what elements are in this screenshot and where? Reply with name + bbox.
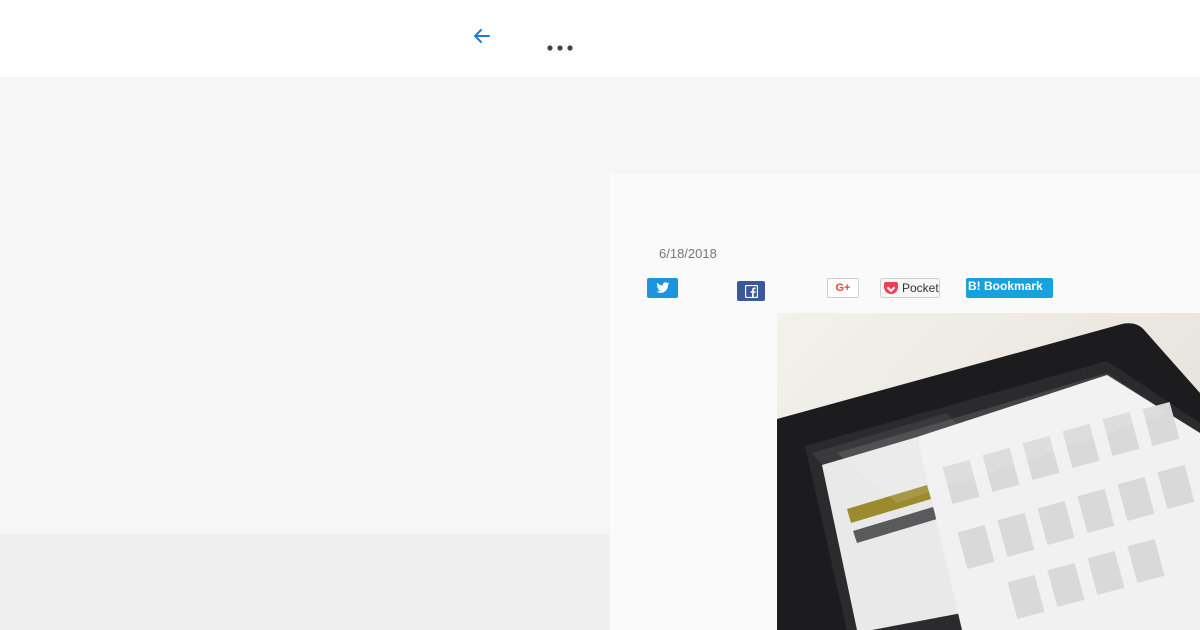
- pocket-share-button[interactable]: Pocket: [880, 278, 940, 298]
- arrow-left-icon: [474, 29, 490, 43]
- article-hero-image: [777, 313, 1200, 630]
- top-toolbar: [0, 0, 1200, 77]
- more-button[interactable]: [544, 38, 576, 56]
- twitter-share-button[interactable]: [647, 278, 678, 298]
- hatena-bookmark-label: B! Bookmark: [968, 279, 1043, 293]
- article-date: 6/18/2018: [659, 246, 717, 261]
- facebook-icon: [744, 284, 758, 298]
- googleplus-share-button[interactable]: G+: [827, 278, 859, 298]
- back-button[interactable]: [468, 22, 496, 50]
- pocket-icon: [884, 282, 898, 294]
- pocket-label: Pocket: [902, 281, 939, 295]
- tablet-photo: [777, 323, 1200, 630]
- hatena-bookmark-button[interactable]: B! Bookmark: [966, 278, 1053, 298]
- googleplus-label: G+: [835, 282, 851, 294]
- facebook-share-button[interactable]: [737, 281, 765, 301]
- article-panel: 6/18/2018 G+ Pocket B! Bookmark: [610, 174, 1200, 630]
- twitter-icon: [655, 282, 669, 293]
- left-pane: [0, 77, 610, 534]
- left-footer: [0, 534, 610, 630]
- more-horizontal-icon: [547, 45, 573, 51]
